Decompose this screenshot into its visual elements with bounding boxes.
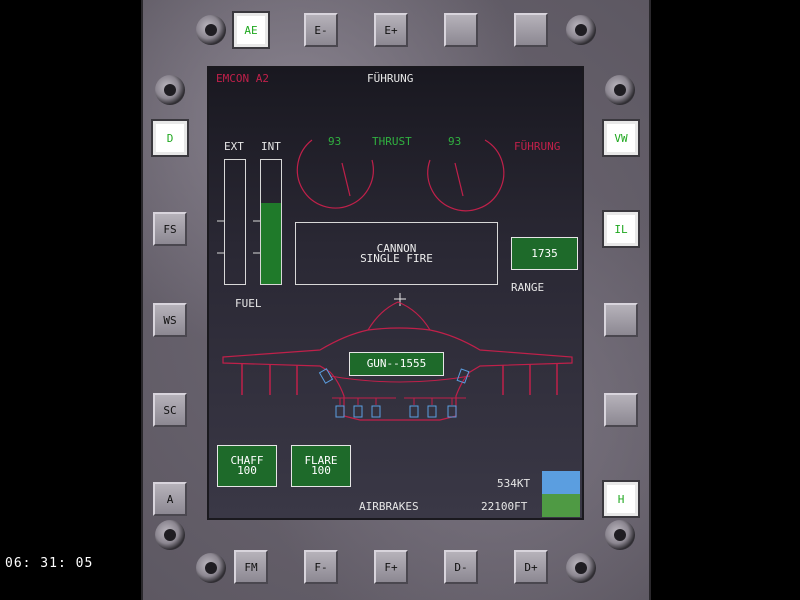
gun-ammo-box: GUN--1555 — [349, 352, 444, 376]
gun-ammo-value: GUN--1555 — [366, 357, 427, 370]
attitude-ground — [542, 494, 580, 517]
crosshair-icon — [394, 293, 406, 306]
flare-count: 100 — [311, 464, 331, 477]
altitude-readout: 22100FT — [481, 500, 528, 513]
attitude-sky — [542, 471, 580, 494]
mission-clock: 06: 31: 05 — [5, 556, 94, 571]
flare-counter: FLARE 100 — [291, 445, 351, 487]
chaff-counter: CHAFF 100 — [217, 445, 277, 487]
chaff-count: 100 — [237, 464, 257, 477]
airbrakes-status: AIRBRAKES — [359, 500, 419, 513]
airspeed-readout: 534KT — [497, 477, 531, 490]
